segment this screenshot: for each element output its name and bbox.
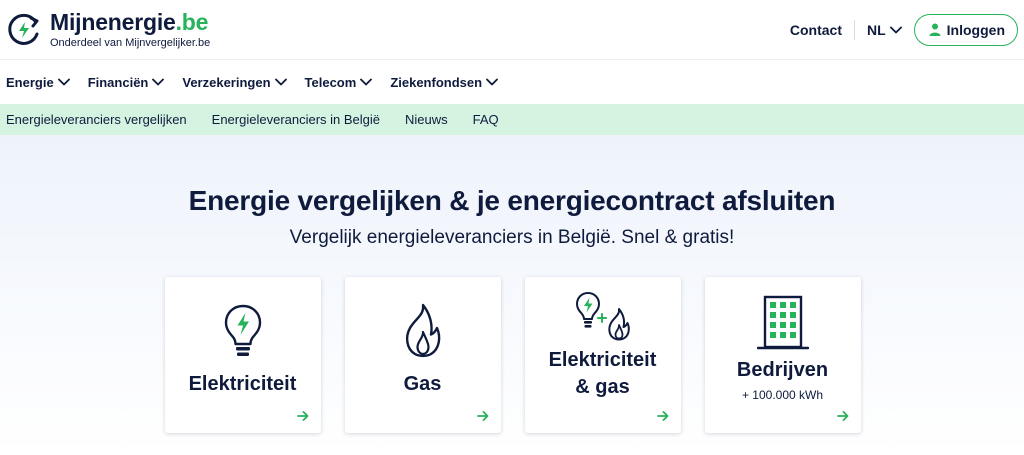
login-label: Inloggen bbox=[946, 21, 1005, 38]
main-nav: Energie Financiën Verzekeringen Telecom … bbox=[0, 60, 1024, 104]
card-gas[interactable]: Gas bbox=[344, 277, 501, 433]
user-icon bbox=[929, 23, 941, 36]
building-icon bbox=[756, 295, 809, 351]
subnav-item-faq[interactable]: FAQ bbox=[473, 112, 499, 127]
arrow-right-icon bbox=[476, 411, 488, 421]
card-label: Elektriciteit bbox=[188, 373, 297, 395]
nav-label: Verzekeringen bbox=[182, 74, 271, 90]
card-label: Gas bbox=[403, 373, 442, 395]
contact-link[interactable]: Contact bbox=[778, 22, 854, 38]
nav-item-verzekeringen[interactable]: Verzekeringen bbox=[182, 74, 287, 90]
hero: Energie vergelijken & je energiecontract… bbox=[0, 135, 1024, 455]
chevron-down-icon bbox=[889, 26, 902, 33]
page-title: Energie vergelijken & je energiecontract… bbox=[188, 185, 836, 216]
nav-item-ziekenfondsen[interactable]: Ziekenfondsen bbox=[390, 75, 498, 90]
logo[interactable]: Mijnenergie.be Onderdeel van Mijnvergeli… bbox=[6, 8, 211, 49]
card-elektriciteit[interactable]: Elektriciteit bbox=[164, 277, 321, 433]
nav-label: Ziekenfondsen bbox=[390, 74, 483, 90]
nav-item-financien[interactable]: Financiën bbox=[88, 75, 165, 90]
chevron-down-icon bbox=[360, 78, 373, 86]
logo-icon bbox=[8, 13, 39, 45]
chevron-down-icon bbox=[152, 78, 165, 86]
product-cards: Elektriciteit Gas Elektriciteit & gas Be… bbox=[0, 277, 1024, 433]
language-selector[interactable]: NL bbox=[855, 22, 914, 38]
card-label: Bedrijven bbox=[736, 359, 829, 381]
nav-item-energie[interactable]: Energie bbox=[6, 75, 70, 90]
chevron-down-icon bbox=[486, 78, 498, 86]
nav-item-telecom[interactable]: Telecom bbox=[305, 75, 373, 90]
card-elektriciteit-gas[interactable]: Elektriciteit & gas bbox=[524, 277, 681, 433]
sub-nav: Energieleveranciers vergelijken Energiel… bbox=[0, 104, 1024, 135]
nav-label: Telecom bbox=[304, 74, 357, 90]
chevron-down-icon bbox=[274, 78, 287, 86]
card-label-line-2: & gas bbox=[575, 376, 630, 398]
nav-label: Energie bbox=[6, 74, 54, 90]
lightbulb-icon bbox=[223, 303, 263, 359]
lightbulb-flame-icon bbox=[574, 291, 632, 341]
language-label: NL bbox=[867, 21, 886, 38]
arrow-right-icon bbox=[836, 411, 848, 421]
brand-tagline: Onderdeel van Mijnvergelijker.be bbox=[50, 36, 211, 49]
card-label-line-1: Elektriciteit bbox=[548, 349, 657, 371]
login-button[interactable]: Inloggen bbox=[913, 13, 1018, 46]
site-header: Mijnenergie.be Onderdeel van Mijnvergeli… bbox=[0, 0, 1024, 60]
subnav-item-vergelijken[interactable]: Energieleveranciers vergelijken bbox=[6, 112, 187, 127]
nav-label: Financiën bbox=[87, 74, 149, 90]
card-sublabel: + 100.000 kWh bbox=[741, 388, 824, 402]
subnav-item-belgie[interactable]: Energieleveranciers in België bbox=[212, 112, 380, 127]
subnav-item-nieuws[interactable]: Nieuws bbox=[405, 112, 448, 127]
arrow-right-icon bbox=[296, 411, 308, 421]
card-label: Elektriciteit & gas bbox=[549, 347, 657, 401]
brand-name: Mijnenergie.be bbox=[50, 8, 209, 35]
card-bedrijven[interactable]: Bedrijven + 100.000 kWh bbox=[704, 277, 861, 433]
flame-icon bbox=[402, 303, 444, 359]
page-subtitle: Vergelijk energieleveranciers in België.… bbox=[289, 227, 735, 248]
chevron-down-icon bbox=[57, 78, 70, 86]
arrow-right-icon bbox=[656, 411, 668, 421]
